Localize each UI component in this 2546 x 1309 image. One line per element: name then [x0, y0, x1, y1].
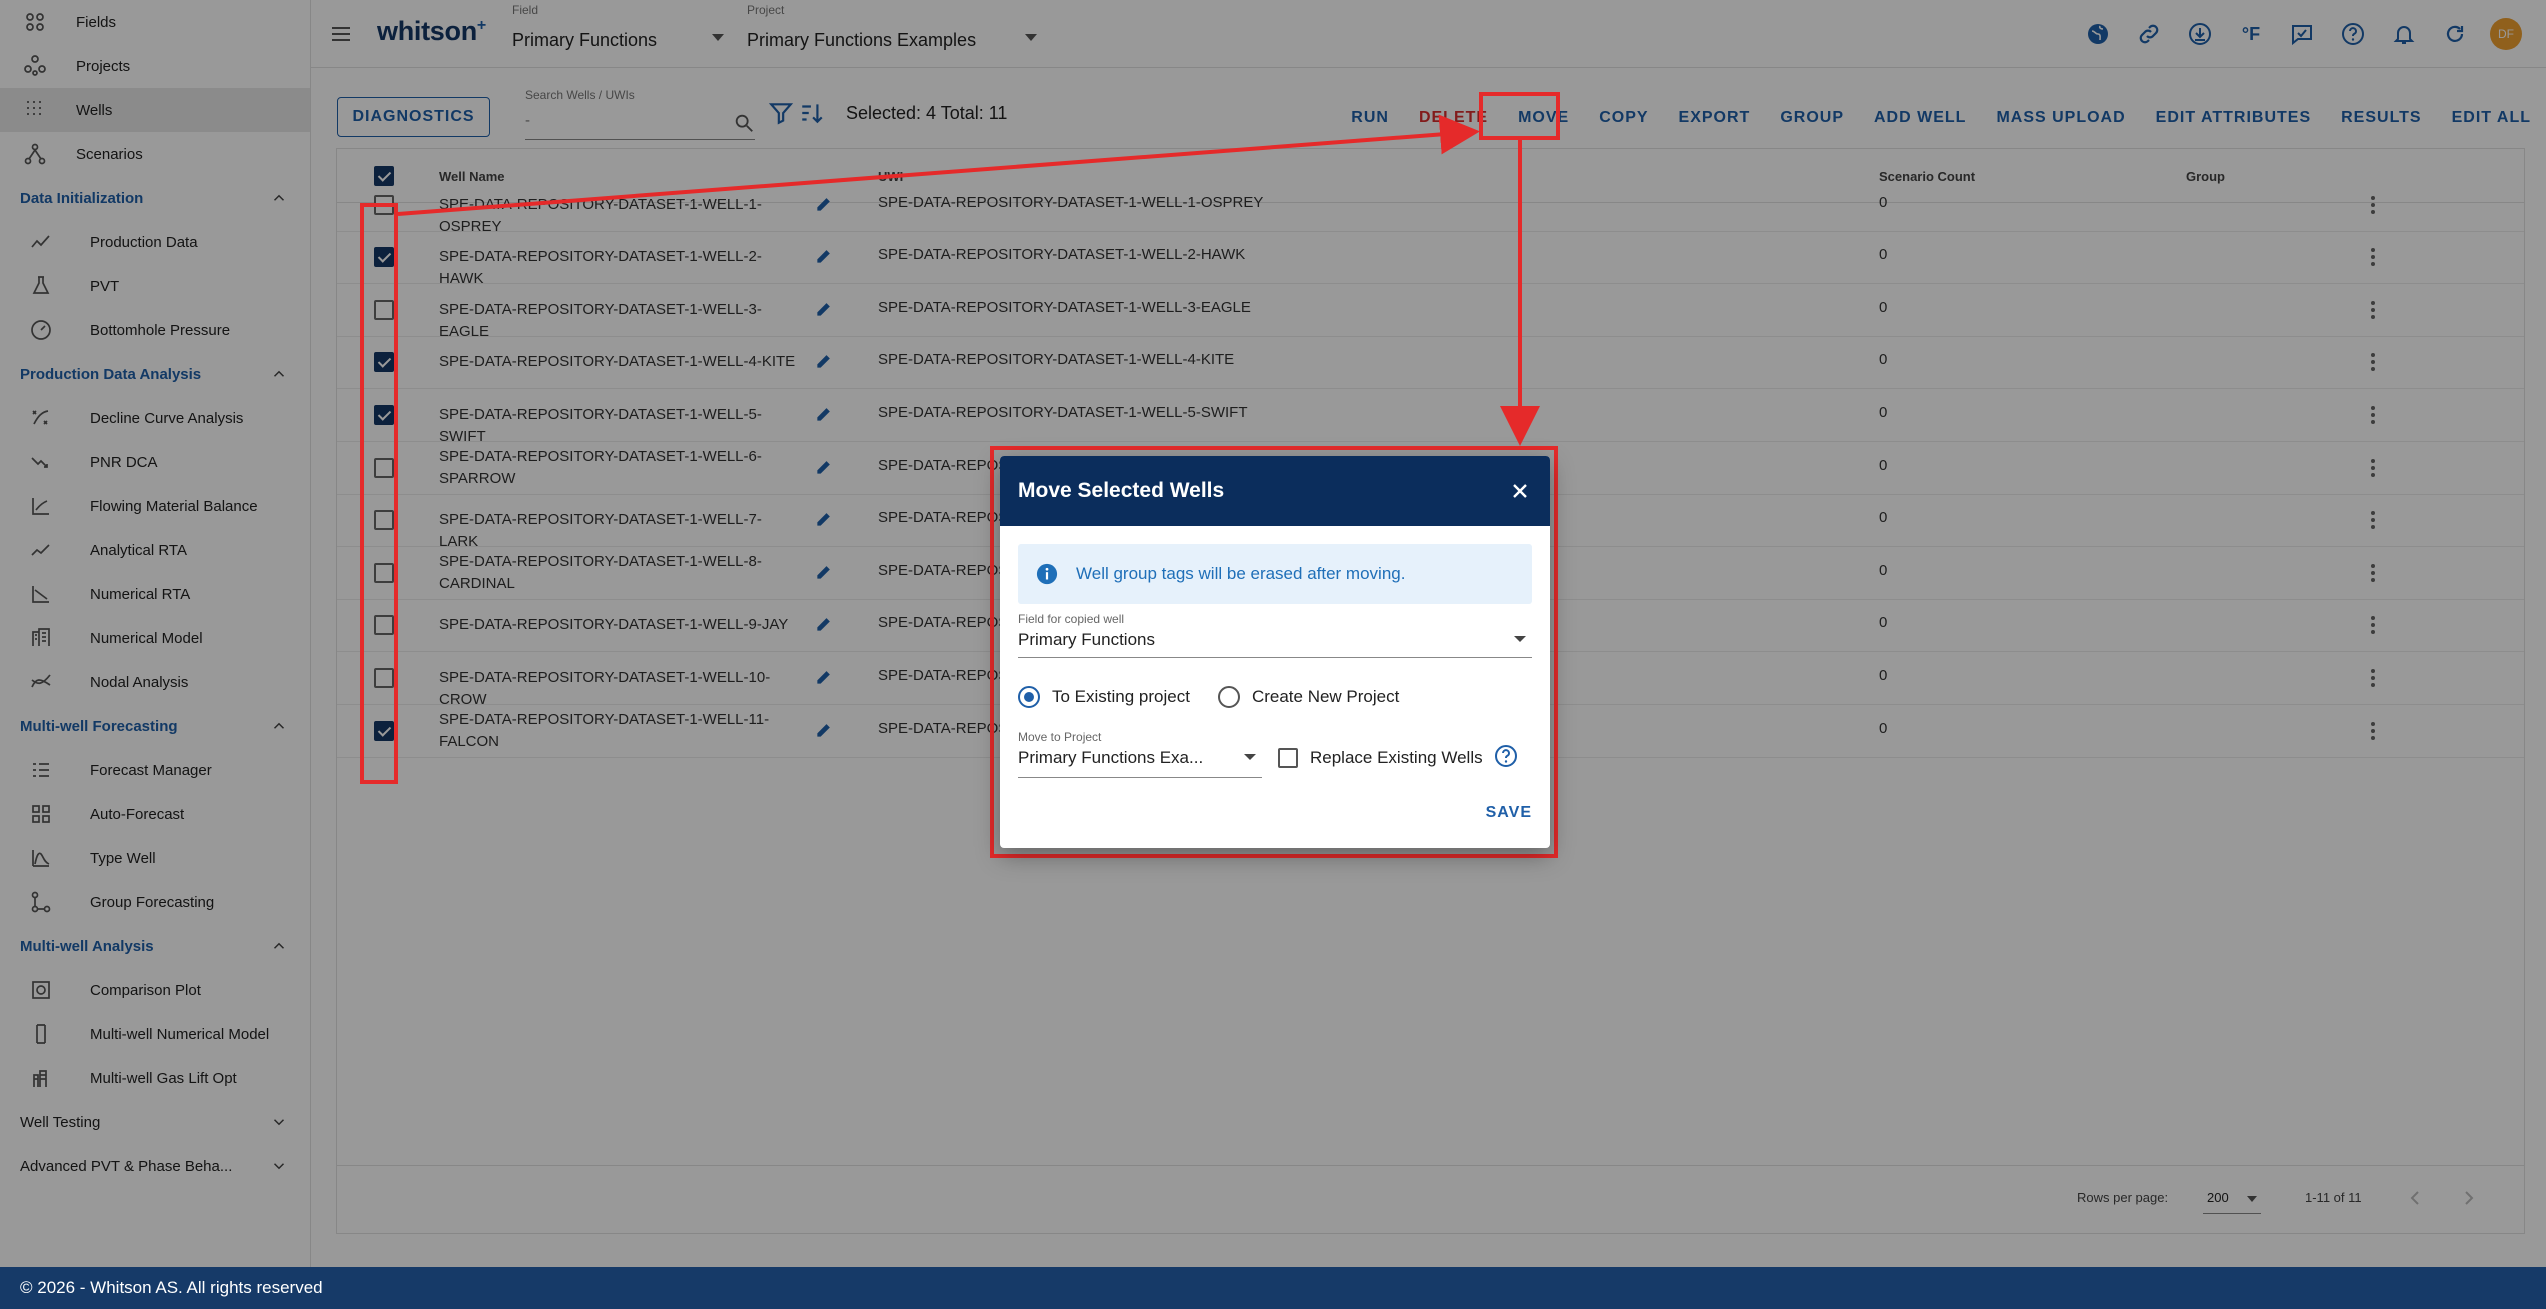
field-for-copied-well-value: Primary Functions [1018, 630, 1155, 649]
move-to-project-label: Move to Project [1018, 730, 1102, 744]
dialog-title: Move Selected Wells [1018, 479, 1225, 502]
create-new-project-label[interactable]: Create New Project [1252, 687, 1399, 707]
move-to-project-value: Primary Functions Exa... [1018, 748, 1204, 767]
dialog-header: Move Selected Wells [1000, 456, 1550, 526]
project-mode-radio-group: To Existing project Create New Project [1018, 682, 1427, 712]
to-existing-project-radio[interactable] [1018, 686, 1040, 708]
info-icon [1036, 563, 1058, 585]
copyright-footer: © 2026 - Whitson AS. All rights reserved [0, 1267, 2546, 1309]
help-icon[interactable] [1494, 744, 1518, 768]
close-icon[interactable] [1508, 479, 1532, 503]
chevron-down-icon [1244, 754, 1256, 760]
field-for-copied-well-select[interactable]: Field for copied well Primary Functions [1018, 612, 1532, 658]
info-alert: Well group tags will be erased after mov… [1018, 544, 1532, 604]
save-button[interactable]: SAVE [1486, 804, 1532, 822]
move-to-project-select[interactable]: Move to Project Primary Functions Exa... [1018, 730, 1262, 778]
move-wells-dialog: Move Selected Wells Well group tags will… [1000, 456, 1550, 848]
replace-existing-wells-label[interactable]: Replace Existing Wells [1310, 748, 1483, 768]
alert-text: Well group tags will be erased after mov… [1076, 564, 1406, 583]
to-existing-project-label[interactable]: To Existing project [1052, 687, 1190, 707]
chevron-down-icon [1514, 636, 1526, 642]
arrow-to-move-button [397, 114, 1480, 216]
create-new-project-radio[interactable] [1217, 686, 1240, 708]
field-for-copied-well-label: Field for copied well [1018, 612, 1125, 626]
replace-existing-wells-checkbox[interactable] [1278, 748, 1298, 768]
